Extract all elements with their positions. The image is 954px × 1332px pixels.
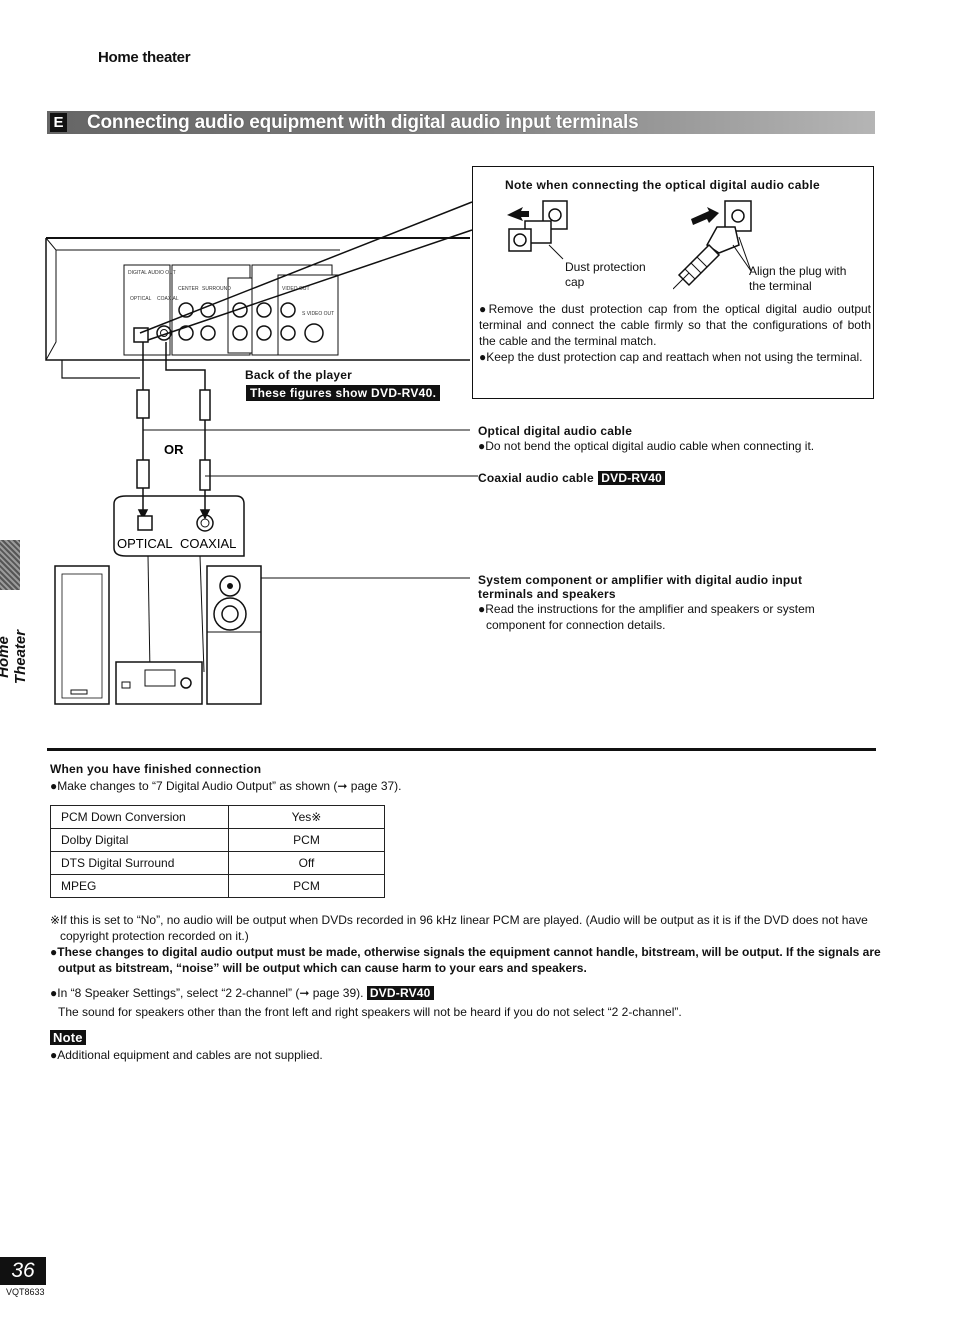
back-of-player-label: Back of the player	[245, 368, 352, 382]
panel-label-optical: OPTICAL	[130, 296, 152, 302]
panel-label-center: CENTER	[178, 286, 199, 292]
arrow-right-icon	[691, 207, 719, 225]
optical-cable-callout: Optical digital audio cable ●Do not bend…	[478, 424, 815, 453]
speaker-settings-instruction: ●In “8 Speaker Settings”, select “2 2-ch…	[50, 985, 434, 1001]
note-box-title: Note when connecting the optical digital…	[505, 178, 820, 192]
section-divider	[47, 748, 876, 751]
table-row: DTS Digital Surround Off	[50, 851, 385, 875]
note-box-bullets: ●Remove the dust protection cap from the…	[479, 301, 871, 365]
panel-label-s-video-out: S VIDEO OUT	[302, 311, 334, 317]
note-text: ●Additional equipment and cables are not…	[50, 1048, 323, 1062]
dust-cap-illustration	[507, 200, 568, 260]
player-back-panel: DIGITAL AUDIO OUT OPTICAL COAXIAL CENTER…	[45, 237, 470, 379]
dust-cap-label: Dust protection cap	[565, 260, 646, 289]
section-label: Home theater	[98, 49, 191, 66]
section-banner: E Connecting audio equipment with digita…	[47, 111, 875, 134]
or-label: OR	[164, 442, 184, 457]
coaxial-cable-callout: Coaxial audio cable DVD-RV40	[478, 469, 666, 487]
finished-connection-title: When you have finished connection	[50, 762, 262, 776]
warning-text: ●These changes to digital audio output m…	[50, 945, 881, 975]
side-tab-label: Home Theater	[0, 629, 29, 685]
note-label: Note	[50, 1030, 86, 1045]
panel-label-surround: SURROUND	[202, 286, 231, 292]
arrow-left-icon	[507, 207, 529, 221]
connection-diagram: DIGITAL AUDIO OUT OPTICAL COAXIAL CENTER…	[45, 201, 478, 705]
note-bullet: ●Remove the dust protection cap from the…	[479, 302, 871, 348]
optical-cable-note-box: Note when connecting the optical digital…	[472, 166, 874, 399]
model-tag: DVD-RV40	[598, 471, 666, 485]
table-row: MPEG PCM	[50, 874, 385, 898]
footnote: ※If this is set to “No”, no audio will b…	[50, 913, 868, 943]
note-bullet: ●Keep the dust protection cap and reatta…	[479, 350, 863, 364]
panel-label-coaxial: COAXIAL	[157, 296, 179, 302]
model-tag: DVD-RV40	[366, 986, 434, 1000]
coaxial-label: COAXIAL	[180, 536, 236, 551]
figures-note-tag: These figures show DVD-RV40.	[246, 385, 441, 401]
digital-audio-output-table: PCM Down Conversion Yes※ Dolby Digital PCM…	[50, 805, 385, 898]
system-component-callout: System component or amplifier with digit…	[478, 573, 815, 632]
table-row: PCM Down Conversion Yes※	[50, 805, 385, 829]
finished-connection-instruction: ●Make changes to “7 Digital Audio Output…	[50, 779, 402, 793]
optical-label: OPTICAL	[117, 536, 173, 551]
side-tab-marker	[0, 540, 20, 590]
banner-title: Connecting audio equipment with digital …	[87, 112, 639, 133]
document-code: VQT8633	[6, 1287, 45, 1297]
panel-label-digital-out: DIGITAL AUDIO OUT	[128, 270, 176, 276]
align-plug-label: Align the plug with the terminal	[749, 264, 847, 293]
speaker-settings-note: The sound for speakers other than the fr…	[58, 1005, 682, 1019]
left-speaker-icon	[54, 565, 110, 705]
amp-optical-jack-icon	[137, 515, 153, 531]
banner-letter: E	[50, 113, 67, 132]
table-row: Dolby Digital PCM	[50, 828, 385, 852]
right-speaker-icon	[206, 565, 262, 705]
page-number: 36	[0, 1257, 46, 1285]
